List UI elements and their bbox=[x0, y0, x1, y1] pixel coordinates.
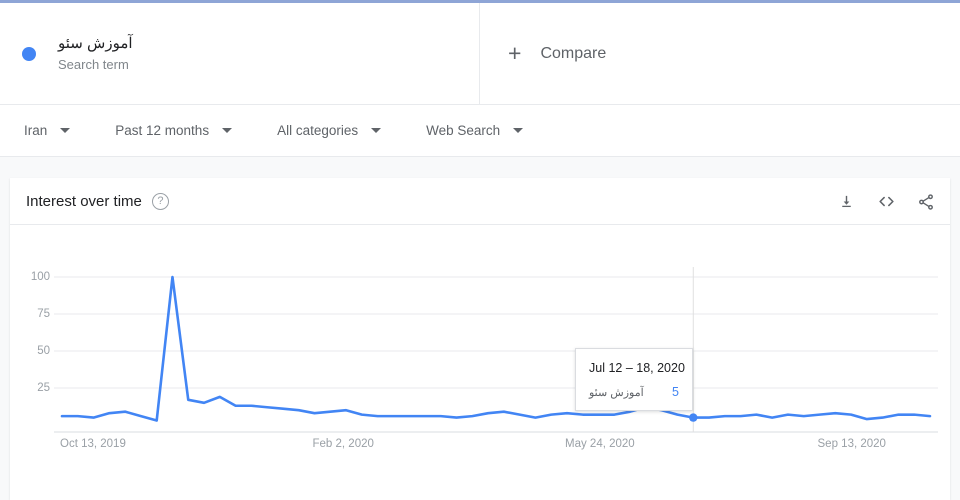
embed-code-icon[interactable] bbox=[876, 192, 896, 212]
search-term-type: Search term bbox=[58, 56, 129, 72]
filter-search-type[interactable]: Web Search bbox=[426, 105, 524, 157]
tooltip-value: 5 bbox=[672, 385, 679, 399]
chevron-down-icon bbox=[371, 128, 382, 133]
download-icon[interactable] bbox=[836, 192, 856, 212]
help-icon[interactable]: ? bbox=[151, 192, 169, 210]
search-terms-row: آموزش سئو Search term + Compare bbox=[0, 3, 960, 105]
x-axis-tick: Sep 13, 2020 bbox=[817, 438, 886, 450]
plus-icon: + bbox=[508, 40, 522, 66]
x-axis-tick: Feb 2, 2020 bbox=[312, 438, 374, 450]
trends-line-chart bbox=[54, 267, 938, 433]
share-icon[interactable] bbox=[916, 192, 936, 212]
google-trends-page: آموزش سئو Search term + Compare Iran Pas… bbox=[0, 0, 960, 500]
filter-category-label: All categories bbox=[277, 123, 359, 138]
tooltip-row: آموزش سئو 5 bbox=[589, 385, 679, 399]
chevron-down-icon bbox=[60, 128, 71, 133]
compare-label: Compare bbox=[540, 44, 607, 62]
filter-time-range-label: Past 12 months bbox=[115, 123, 210, 138]
y-axis-tick: 75 bbox=[37, 308, 50, 320]
chevron-down-icon bbox=[222, 128, 233, 133]
y-axis-tick: 50 bbox=[37, 345, 50, 357]
card-actions bbox=[836, 178, 936, 225]
search-term-label: آموزش سئو bbox=[58, 34, 133, 52]
card-header: Interest over time ? bbox=[10, 178, 950, 225]
y-axis-tick: 100 bbox=[30, 271, 50, 283]
x-axis-tick: May 24, 2020 bbox=[565, 438, 635, 450]
y-axis-tick: 25 bbox=[37, 382, 50, 394]
x-axis-tick: Oct 13, 2019 bbox=[60, 438, 126, 450]
chevron-down-icon bbox=[513, 128, 524, 133]
filter-search-type-label: Web Search bbox=[426, 123, 501, 138]
tooltip-date: Jul 12 – 18, 2020 bbox=[589, 361, 685, 375]
chart-plot-area[interactable]: 100 75 50 25 Oct 13, 2019 Feb 2, 2020 May 24,… bbox=[10, 225, 950, 499]
filter-location[interactable]: Iran bbox=[24, 105, 71, 157]
page-title: Interest over time bbox=[26, 192, 142, 210]
compare-button[interactable]: + Compare bbox=[480, 3, 960, 105]
filter-category[interactable]: All categories bbox=[277, 105, 382, 157]
series-color-dot bbox=[22, 46, 36, 61]
interest-over-time-card: Interest over time ? 100 75 50 25 Oct 13, 2… bbox=[10, 178, 950, 500]
filter-location-label: Iran bbox=[24, 123, 48, 138]
chart-tooltip: Jul 12 – 18, 2020 آموزش سئو 5 bbox=[575, 348, 693, 411]
tooltip-term: آموزش سئو bbox=[589, 386, 644, 399]
filter-bar: Iran Past 12 months All categories Web S… bbox=[0, 105, 960, 157]
search-term-card[interactable]: آموزش سئو Search term bbox=[0, 3, 480, 105]
filter-time-range[interactable]: Past 12 months bbox=[115, 105, 233, 157]
